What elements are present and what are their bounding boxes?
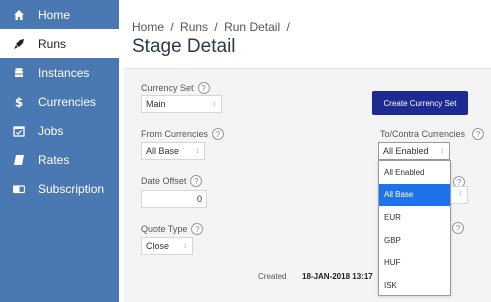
breadcrumb-separator: / xyxy=(214,20,218,34)
sidebar-item-label: Rates xyxy=(38,152,70,167)
from-currencies-label: From Currencies ? xyxy=(141,128,225,140)
help-icon[interactable]: ? xyxy=(197,82,210,94)
sidebar-item-label: Jobs xyxy=(38,123,64,138)
dropdown-option[interactable]: HUF xyxy=(379,251,450,274)
help-icon[interactable]: ? xyxy=(212,128,225,140)
help-icon[interactable]: ? xyxy=(191,223,204,235)
sidebar-item-label: Runs xyxy=(38,36,67,51)
sidebar-item-runs[interactable]: Runs xyxy=(0,29,119,58)
sidebar: Home Runs Instances $ Currencies Jobs Ra… xyxy=(0,0,119,302)
created-label: Created xyxy=(258,272,287,281)
page-title: Stage Detail xyxy=(132,36,236,57)
help-icon[interactable]: ? xyxy=(190,175,203,187)
select-caret-icon: ↕ xyxy=(212,101,217,108)
dropdown-option-selected[interactable]: All Base xyxy=(379,183,450,207)
to-contra-currencies-dropdown: All Enabled All Base EUR GBP HUF ISK xyxy=(378,160,451,296)
sidebar-item-label: Instances xyxy=(38,65,90,80)
select-caret-icon: ↕ xyxy=(183,243,188,250)
help-icon[interactable]: ? xyxy=(472,128,485,140)
create-currency-set-button[interactable]: Create Currency Set xyxy=(372,91,468,115)
date-offset-input[interactable]: 0 xyxy=(141,190,207,208)
sidebar-item-rates[interactable]: Rates xyxy=(0,145,119,174)
currency-set-label: Currency Set ? xyxy=(141,82,210,94)
database-icon xyxy=(13,67,25,79)
breadcrumb-run-detail[interactable]: Run Detail xyxy=(224,20,280,34)
select-caret-icon: ↕ xyxy=(195,148,200,155)
rocket-icon xyxy=(13,38,25,50)
sidebar-item-label: Home xyxy=(38,7,71,22)
dollar-icon: $ xyxy=(13,96,25,108)
quote-type-select[interactable]: Close ↕ xyxy=(141,237,193,255)
breadcrumb-separator: / xyxy=(286,20,290,34)
to-contra-currencies-label: To/Contra Currencies ? xyxy=(380,128,485,140)
breadcrumb-runs[interactable]: Runs xyxy=(180,20,208,34)
to-contra-currencies-select[interactable]: All Enabled ↕ xyxy=(378,142,450,160)
select-caret-icon: ↕ xyxy=(440,148,445,155)
created-value: 18-JAN-2018 13:17 xyxy=(302,272,373,281)
sidebar-item-label: Currencies xyxy=(38,94,97,109)
sidebar-item-subscription[interactable]: Subscription xyxy=(0,174,119,203)
sidebar-item-instances[interactable]: Instances xyxy=(0,58,119,87)
home-icon xyxy=(13,9,25,21)
from-currencies-select[interactable]: All Base ↕ xyxy=(141,142,205,160)
breadcrumb-separator: / xyxy=(170,20,174,34)
select-caret-icon: ↕ xyxy=(458,190,463,197)
currency-set-select[interactable]: Main ↕ xyxy=(141,95,222,113)
breadcrumb: Home / Runs / Run Detail / xyxy=(132,20,293,34)
quote-type-label: Quote Type ? xyxy=(141,223,204,235)
dropdown-option[interactable]: EUR xyxy=(379,206,450,229)
sidebar-item-home[interactable]: Home xyxy=(0,0,119,29)
sidebar-item-jobs[interactable]: Jobs xyxy=(0,116,119,145)
sidebar-item-label: Subscription xyxy=(38,181,105,196)
date-offset-label: Date Offset ? xyxy=(141,175,203,187)
help-icon[interactable]: ? xyxy=(452,222,464,234)
credit-card-icon xyxy=(13,183,25,195)
dropdown-option[interactable]: ISK xyxy=(379,274,450,297)
dropdown-option[interactable]: All Enabled xyxy=(379,161,450,184)
dropdown-option[interactable]: GBP xyxy=(379,229,450,252)
calendar-icon xyxy=(13,125,25,137)
sidebar-item-currencies[interactable]: $ Currencies xyxy=(0,87,119,116)
partial-select[interactable]: ↕ xyxy=(451,186,468,204)
book-icon xyxy=(13,154,25,166)
svg-text:$: $ xyxy=(15,96,23,108)
breadcrumb-home[interactable]: Home xyxy=(132,20,164,34)
